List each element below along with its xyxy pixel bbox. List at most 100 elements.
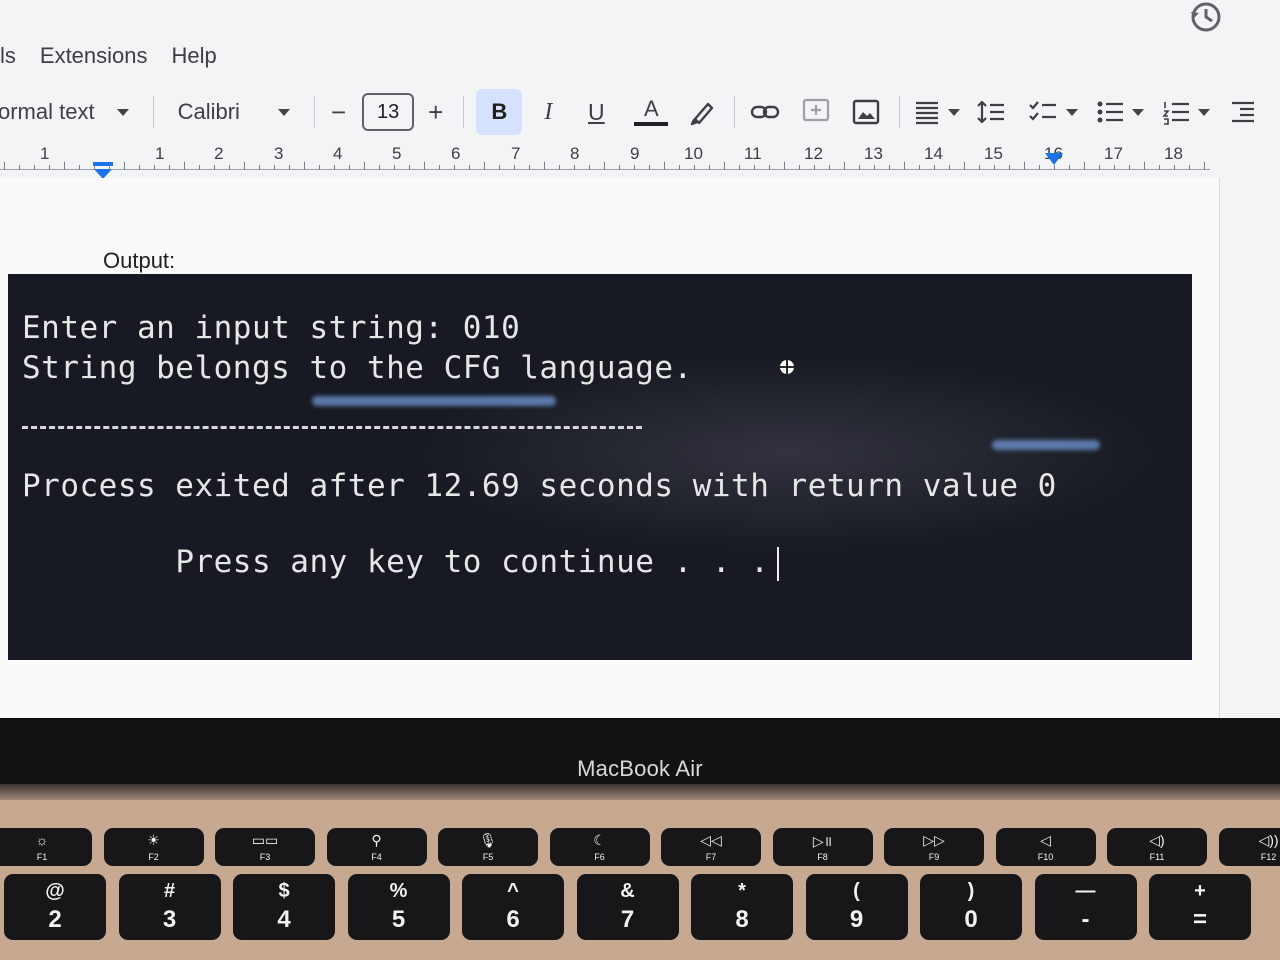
- text-cursor: [777, 546, 780, 581]
- ruler-tick: [559, 165, 560, 170]
- ruler-tick: [964, 162, 965, 170]
- ruler-tick: [754, 165, 755, 170]
- insert-image-icon[interactable]: [851, 97, 881, 127]
- align-icon[interactable]: [914, 99, 940, 125]
- number-key[interactable]: * 8: [691, 874, 793, 940]
- function-key[interactable]: ⚲ F4: [326, 828, 427, 866]
- number-key[interactable]: + =: [1149, 874, 1251, 940]
- ruler-tick: [34, 165, 35, 170]
- function-key[interactable]: ◁)) F12: [1218, 828, 1280, 866]
- menu-bar: ls Extensions Help: [0, 36, 241, 76]
- console-line: Enter an input string: 010: [22, 310, 521, 346]
- console-separator: [22, 426, 642, 429]
- numbered-list-icon[interactable]: [1162, 99, 1190, 125]
- menu-help[interactable]: Help: [172, 43, 217, 69]
- chevron-down-icon[interactable]: [277, 108, 290, 116]
- menu-extensions[interactable]: Extensions: [40, 43, 148, 69]
- ruler-tick: [679, 165, 680, 170]
- function-key[interactable]: ☼ F1: [0, 828, 92, 866]
- laptop-brand-label: MacBook Air: [577, 756, 703, 781]
- number-key[interactable]: ) 0: [920, 874, 1022, 940]
- ruler-tick: [589, 165, 590, 170]
- function-key[interactable]: 🎙 F5: [438, 828, 538, 866]
- function-key-symbol: 🎙: [479, 832, 497, 848]
- bulleted-list-icon[interactable]: [1096, 99, 1124, 125]
- ruler-number: 6: [451, 144, 461, 163]
- number-key-label: 5: [391, 906, 406, 933]
- chevron-down-icon[interactable]: [948, 108, 961, 116]
- bold-button[interactable]: B: [476, 89, 523, 135]
- ruler-number: 4: [333, 144, 343, 163]
- chevron-down-icon[interactable]: [1132, 108, 1145, 116]
- italic-button[interactable]: I: [536, 99, 560, 126]
- decrease-indent-icon[interactable]: [1230, 99, 1256, 125]
- number-key-label: 4: [277, 906, 291, 933]
- number-key[interactable]: (9: [805, 874, 908, 940]
- ruler-tick: [514, 165, 515, 170]
- ruler-tick: [1024, 162, 1025, 170]
- ruler-tick: [439, 165, 440, 170]
- ruler-tick: [4, 162, 5, 170]
- number-key[interactable]: % 5: [347, 874, 450, 940]
- version-history-icon[interactable]: [1188, 0, 1228, 34]
- function-key[interactable]: ▷॥ F8: [772, 828, 873, 866]
- number-key-label: -: [1081, 906, 1090, 933]
- ruler-number: 11: [744, 144, 762, 163]
- function-key[interactable]: ▷▷ F9: [884, 828, 984, 866]
- decrease-font-size-button[interactable]: −: [331, 97, 346, 128]
- ruler-tick: [739, 165, 740, 170]
- ruler-tick: [874, 165, 875, 170]
- horizontal-ruler[interactable]: 1 1 2 3 4 5 6 7 8 9 10 11 12 13 14 15 16…: [0, 140, 1210, 179]
- chevron-down-icon[interactable]: [1066, 108, 1079, 116]
- ruler-tick: [934, 165, 935, 170]
- ruler-tick: [124, 162, 125, 170]
- function-key[interactable]: ◁) F11: [1107, 828, 1207, 866]
- function-key-label: F4: [371, 852, 382, 862]
- function-key-label: F8: [817, 852, 828, 862]
- ruler-tick: [94, 165, 95, 170]
- ruler-tick: [454, 165, 455, 170]
- ruler-tick: [409, 165, 410, 170]
- function-key[interactable]: ◁◁ F7: [661, 828, 761, 866]
- ruler-tick: [394, 165, 395, 170]
- function-key[interactable]: ◁ F10: [995, 828, 1096, 866]
- ruler-tick: [379, 165, 380, 170]
- font-family-select[interactable]: Calibri: [178, 99, 240, 125]
- number-key[interactable]: $4: [233, 874, 335, 940]
- line-spacing-icon[interactable]: [976, 99, 1006, 125]
- number-key[interactable]: @2: [4, 874, 106, 940]
- number-key-shift-label: @: [45, 880, 65, 902]
- function-key-label: F7: [705, 852, 717, 862]
- increase-font-size-button[interactable]: +: [428, 97, 443, 128]
- number-key[interactable]: & 7: [576, 874, 679, 940]
- function-key[interactable]: ☾ F6: [549, 828, 650, 866]
- font-size-input[interactable]: 13: [362, 93, 415, 131]
- add-comment-icon[interactable]: [801, 97, 831, 127]
- ruler-tick: [529, 165, 530, 170]
- number-key[interactable]: #3: [118, 874, 221, 940]
- document-page[interactable]: Output: Enter an input string: 010 Strin…: [0, 178, 1220, 730]
- menu-tools[interactable]: ls: [0, 43, 16, 69]
- ruler-tick: [214, 165, 215, 170]
- number-key[interactable]: ^ 6: [462, 874, 564, 940]
- underline-button[interactable]: U: [584, 99, 608, 126]
- divider: [463, 96, 465, 128]
- function-key-symbol: ▭▭: [251, 832, 279, 848]
- number-key-shift-label: %: [389, 880, 408, 902]
- chevron-down-icon[interactable]: [116, 108, 129, 116]
- number-key[interactable]: — -: [1034, 874, 1137, 940]
- function-key[interactable]: ☀ F2: [103, 828, 204, 866]
- chevron-down-icon[interactable]: [1198, 108, 1211, 116]
- checklist-icon[interactable]: [1028, 99, 1058, 125]
- function-key-symbol: ▷॥: [812, 833, 833, 849]
- ruler-number: 13: [864, 144, 883, 163]
- highlight-pen-icon[interactable]: [688, 98, 716, 126]
- link-icon[interactable]: [749, 98, 781, 126]
- number-key-label: 7: [620, 906, 635, 933]
- ruler-number: 8: [570, 144, 580, 163]
- function-key[interactable]: ▭▭ F3: [215, 828, 315, 866]
- paragraph-style-select[interactable]: ormal text: [0, 99, 95, 125]
- function-key-label: F12: [1260, 852, 1277, 862]
- function-key-symbol: ▷▷: [923, 832, 945, 848]
- text-color-button[interactable]: A: [634, 98, 669, 126]
